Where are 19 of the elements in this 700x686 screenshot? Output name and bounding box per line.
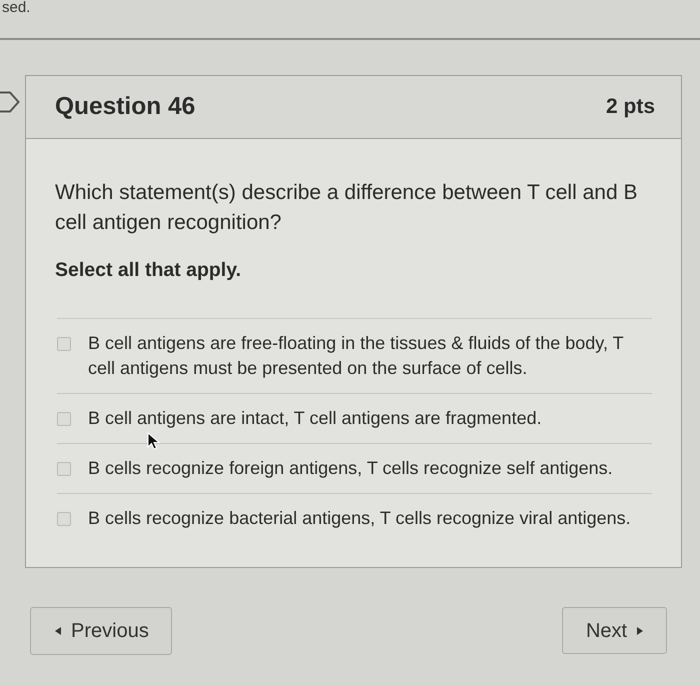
caret-left-icon bbox=[55, 627, 61, 635]
next-button[interactable]: Next bbox=[562, 607, 667, 654]
answer-option[interactable]: B cells recognize foreign antigens, T cells recognize self antigens. bbox=[88, 456, 613, 481]
question-instruction: Select all that apply. bbox=[55, 258, 242, 283]
answer-option[interactable]: B cell antigens are intact, T cell antigens are fragmented. bbox=[88, 406, 542, 431]
checkbox[interactable] bbox=[57, 512, 71, 526]
previous-button[interactable]: Previous bbox=[30, 607, 172, 655]
caret-right-icon bbox=[637, 626, 644, 634]
question-points: 2 pts bbox=[606, 94, 655, 120]
answer-option[interactable]: B cells recognize bacterial antigens, T cells recognize viral antigens. bbox=[88, 506, 631, 531]
question-title: Question 46 bbox=[55, 92, 196, 122]
mouse-cursor-icon bbox=[147, 432, 161, 450]
checkbox[interactable] bbox=[57, 462, 71, 476]
page-text: sed. bbox=[2, 0, 32, 15]
checkbox[interactable] bbox=[57, 412, 71, 426]
checkbox[interactable] bbox=[57, 337, 71, 351]
answer-option[interactable]: B cell antigens are free-floating in the tissues & fluids of the body, T cell antigens must be presented on the surface of cells. bbox=[88, 331, 652, 381]
bookmark-icon[interactable] bbox=[0, 91, 20, 113]
question-prompt: Which statement(s) describe a difference between T cell and B cell antigen recognition? bbox=[55, 180, 638, 236]
